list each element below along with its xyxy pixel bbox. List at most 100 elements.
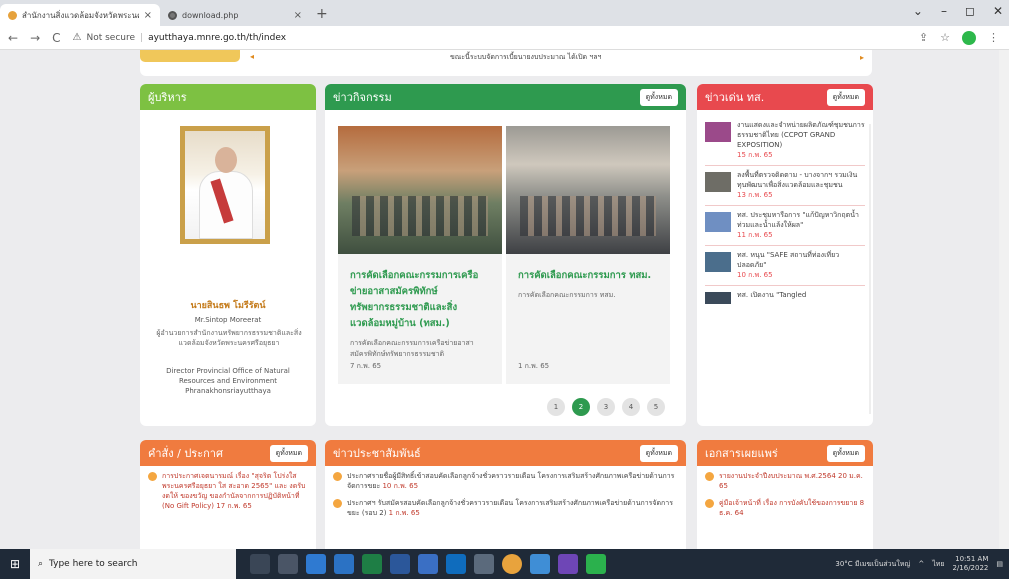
hot-news-item[interactable]: ลงพื้นที่ตรวจติดตาม - บางจากฯ รวมเงินทุน… [705,166,865,206]
tab-close-icon[interactable]: × [294,10,302,21]
hot-news-date: 15 ก.พ. 65 [737,151,773,159]
share-icon[interactable]: ⇪ [919,31,928,44]
hot-news-thumb [705,252,731,272]
hot-news-thumb [705,122,731,142]
docs-item-text: คู่มือเจ้าหน้าที่ เรื่อง การบังคับใช้ของ… [719,499,858,507]
hot-news-text: ทส. ประชุมหารือการ "แก้ปัญหาวิกฤตน้ำท่วม… [737,211,859,229]
news-desc: การคัดเลือกคณะกรรมการเครือข่ายอาสาสมัครพ… [350,339,474,358]
hot-news-item[interactable]: ทส. หนุน "SAFE สถานที่ท่องเที่ยวปลอดภัย"… [705,246,865,286]
docs-header: เอกสารเผยแพร่ ดูทั้งหมด [697,440,873,466]
minimize-button[interactable]: – [941,4,947,18]
taskbar-search[interactable]: ⌕ Type here to search [30,549,236,579]
excel-icon[interactable] [362,554,382,574]
hot-news-text: งานแสดงและจำหน่ายผลิตภัณฑ์ชุมชนการธรรมชา… [737,121,865,149]
page-button-2[interactable]: 2 [572,398,590,416]
hot-news-item[interactable]: งานแสดงและจำหน่ายผลิตภัณฑ์ชุมชนการธรรมชา… [705,116,865,166]
pr-view-all-button[interactable]: ดูทั้งหมด [639,444,678,462]
orders-item[interactable]: การประกาศเจตนารมณ์ เรื่อง "สุจริต โปร่งใ… [140,466,316,513]
clock-date: 2/16/2022 [952,564,989,572]
hot-news-text: ทส. หนุน "SAFE สถานที่ท่องเที่ยวปลอดภัย" [737,251,840,269]
docs-item-text: รายงานประจำปีงบประมาณ พ.ศ.2564 [719,472,836,480]
system-tray: 30°C มีเมฆเป็นส่วนใหญ่ ^ ไทย 10:51 AM 2/… [835,549,1003,579]
clock[interactable]: 10:51 AM 2/16/2022 [952,555,988,573]
bookmark-star-icon[interactable]: ☆ [940,31,950,44]
chrome-icon[interactable] [502,554,522,574]
url-text: ayutthaya.mnre.go.th/th/index [148,32,287,43]
tab-title: สำนักงานสิ่งแวดล้อมจังหวัดพระนครศรีอยุธย… [22,10,139,20]
hot-news-view-all-button[interactable]: ดูทั้งหมด [826,88,865,106]
bullet-icon [333,499,342,508]
url-field[interactable]: ⚠ Not secure | ayutthaya.mnre.go.th/th/i… [73,32,287,43]
news-title[interactable]: การคัดเลือกคณะกรรมการ ทสม. [518,268,658,284]
announcement-next-icon[interactable]: ▸ [860,53,864,62]
photos-icon[interactable] [474,554,494,574]
news-date: 7 ก.พ. 65 [350,362,382,370]
mail-icon[interactable] [446,554,466,574]
hot-news-item[interactable]: ทส. ประชุมหารือการ "แก้ปัญหาวิกฤตน้ำท่วม… [705,206,865,246]
new-tab-button[interactable]: + [316,6,328,26]
pr-item[interactable]: ประกาศรายชื่อผู้มีสิทธิ์เข้าสอบคัดเลือกล… [325,466,686,493]
hot-news-title: ข่าวเด่น ทส. [705,91,765,104]
page-button-3[interactable]: 3 [597,398,615,416]
news-card[interactable]: การคัดเลือกคณะกรรมการ ทสม. การคัดเลือกคณ… [506,126,670,384]
warning-icon: ⚠ [72,32,82,43]
announcement-strip: ◂ ขณะนี้ระบบจัดการเบี้ยนายงบประมาณ ได้เป… [140,50,872,76]
hot-news-item[interactable]: ทส. เปิดงาน "Tangled [705,286,865,309]
pr-item[interactable]: ประกาศฯ รับสมัครสอบคัดเลือกลูกจ้างชั่วคร… [325,493,686,520]
docs-item[interactable]: รายงานประจำปีงบประมาณ พ.ศ.2564 20 ม.ค. 6… [697,466,873,493]
page-button-1[interactable]: 1 [547,398,565,416]
line-icon[interactable] [586,554,606,574]
hot-news-date: 10 ก.พ. 65 [737,271,773,279]
announcement-text: ขณะนี้ระบบจัดการเบี้ยนายงบประมาณ ได้เปิด… [450,53,602,61]
taskbar-apps [250,554,606,574]
app-icon[interactable] [558,554,578,574]
hot-news-scrollbar[interactable] [869,124,871,414]
start-button[interactable]: ⊞ [0,549,30,579]
pr-item-date: 1 ก.พ. 65 [388,509,420,517]
news-image [338,126,502,254]
app-icon[interactable] [530,554,550,574]
close-window-button[interactable]: ✕ [993,4,1003,18]
news-pagination: 1 2 3 4 5 [547,398,665,416]
ie-icon[interactable] [334,554,354,574]
browser-tab-download[interactable]: download.php × [160,4,310,26]
page-scrollbar[interactable] [999,50,1009,549]
tab-close-icon[interactable]: × [144,10,152,21]
news-date: 1 ก.พ. 65 [518,362,550,370]
back-button[interactable]: ← [8,31,18,45]
page-button-5[interactable]: 5 [647,398,665,416]
toolbar-right: ⇪ ☆ ⋮ [919,30,999,45]
tray-chevron-icon[interactable]: ^ [918,560,924,568]
cortana-icon[interactable] [250,554,270,574]
maximize-button[interactable]: ◻ [965,4,975,18]
news-card[interactable]: การคัดเลือกคณะกรรมการเครือข่ายอาสาสมัครพ… [338,126,502,384]
hot-news-thumb [705,172,731,192]
admin-header: ผู้บริหาร [140,84,316,110]
profile-avatar[interactable] [962,30,976,45]
tab-search-icon[interactable]: ⌄ [913,4,923,18]
reload-button[interactable]: C [52,31,60,45]
page-button-4[interactable]: 4 [622,398,640,416]
activity-view-all-button[interactable]: ดูทั้งหมด [639,88,678,106]
window-controls: ⌄ – ◻ ✕ [913,4,1003,18]
bullet-icon [333,472,342,481]
hot-news-date: 11 ก.พ. 65 [737,231,773,239]
word-icon[interactable] [390,554,410,574]
docs-view-all-button[interactable]: ดูทั้งหมด [826,444,865,462]
task-view-icon[interactable] [278,554,298,574]
weather-text[interactable]: 30°C มีเมฆเป็นส่วนใหญ่ [835,559,910,570]
hot-news-thumb [705,212,731,232]
forward-button[interactable]: → [30,31,40,45]
edge-icon[interactable] [306,554,326,574]
activity-title: ข่าวกิจกรรม [333,91,392,104]
menu-icon[interactable]: ⋮ [988,31,999,44]
file-explorer-icon[interactable] [418,554,438,574]
docs-title: เอกสารเผยแพร่ [705,447,778,460]
notification-icon[interactable]: ▤ [996,560,1003,568]
browser-tab-active[interactable]: สำนักงานสิ่งแวดล้อมจังหวัดพระนครศรีอยุธย… [0,4,160,26]
language-indicator[interactable]: ไทย [932,559,944,570]
orders-view-all-button[interactable]: ดูทั้งหมด [269,444,308,462]
news-title[interactable]: การคัดเลือกคณะกรรมการเครือข่ายอาสาสมัครพ… [350,268,490,332]
announcement-tab[interactable] [140,50,240,62]
docs-item[interactable]: คู่มือเจ้าหน้าที่ เรื่อง การบังคับใช้ของ… [697,493,873,520]
